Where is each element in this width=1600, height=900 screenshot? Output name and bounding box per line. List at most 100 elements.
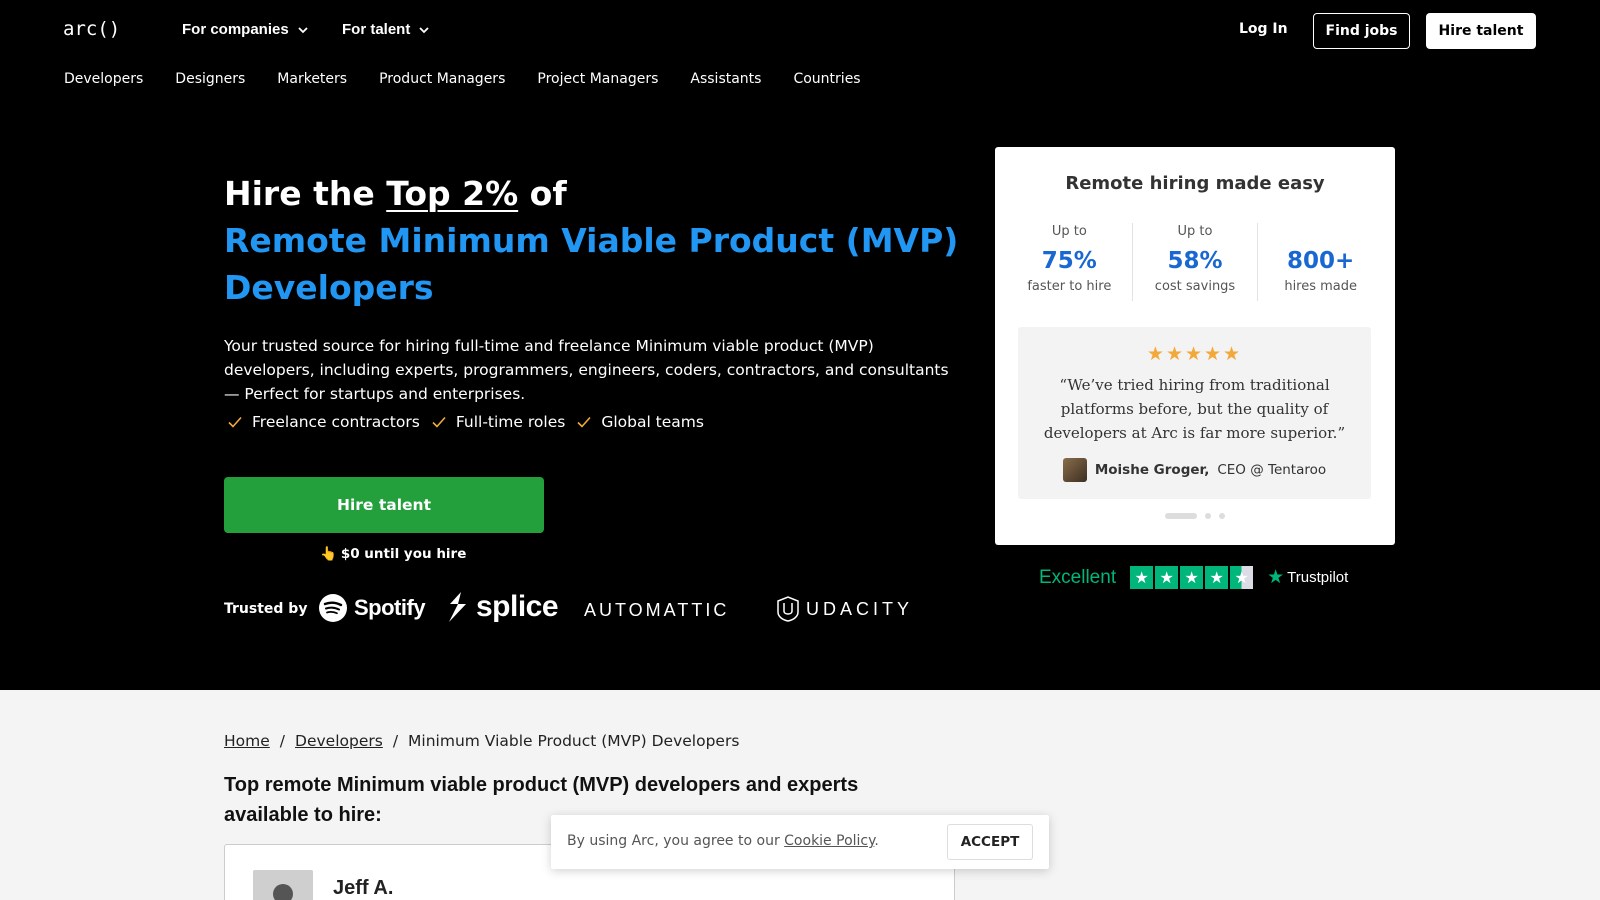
subnav-item-marketers[interactable]: Marketers xyxy=(277,71,347,87)
subnav-item-countries[interactable]: Countries xyxy=(793,71,860,87)
remote-hiring-card: Remote hiring made easy Up to 75% faster… xyxy=(995,147,1395,545)
breadcrumb-separator: / xyxy=(392,732,399,750)
title-suffix: of xyxy=(518,174,567,213)
chevron-down-icon xyxy=(298,26,308,33)
hire-talent-cta-button[interactable]: Hire talent xyxy=(224,477,544,533)
stat-label: cost savings xyxy=(1154,279,1236,294)
developer-photo-icon xyxy=(253,870,313,900)
spotify-wordmark: Spotify xyxy=(354,595,426,620)
hero-title-line1: Hire the Top 2% of xyxy=(224,174,567,213)
rating-stars-icon: ★★★★★ xyxy=(1146,343,1243,365)
carousel-dots xyxy=(995,513,1395,519)
carousel-dot-1[interactable] xyxy=(1165,513,1197,519)
tp-star: ★ xyxy=(1205,566,1229,589)
check-icon xyxy=(228,416,242,428)
cookie-banner: By using Arc, you agree to our Cookie Po… xyxy=(551,815,1049,869)
login-link[interactable]: Log In xyxy=(1239,21,1288,37)
find-jobs-button[interactable]: Find jobs xyxy=(1313,13,1410,49)
tp-star: ★ xyxy=(1155,566,1179,589)
trusted-by-label: Trusted by xyxy=(224,601,308,617)
top-nav-bar: arc() For companies For talent Log In Fi… xyxy=(0,0,1600,62)
automattic-wordmark: AUTOMATTIC xyxy=(584,600,730,620)
cookie-message: By using Arc, you agree to our Cookie Po… xyxy=(567,833,879,849)
cookie-policy-link[interactable]: Cookie Policy xyxy=(784,833,874,849)
stat-label: hires made xyxy=(1284,279,1358,294)
automattic-logo: AUTOMATTIC xyxy=(584,600,729,621)
splice-wordmark: splice xyxy=(476,590,559,623)
nav-menu-for-companies[interactable]: For companies xyxy=(182,21,311,38)
carousel-dot-3[interactable] xyxy=(1219,513,1225,519)
pointing-up-icon: 👆 xyxy=(320,546,337,562)
trustpilot-stars-icon: ★ ★ ★ ★ ★ xyxy=(1130,566,1254,589)
stat-value: 800+ xyxy=(1287,248,1355,274)
testimonial: ★★★★★ “We’ve tried hiring from tradition… xyxy=(1018,327,1371,499)
trustpilot-rating-word: Excellent xyxy=(1039,566,1117,588)
tp-star: ★ xyxy=(1180,566,1204,589)
feature-item: Global teams xyxy=(575,413,704,431)
hero-description: Your trusted source for hiring full-time… xyxy=(224,337,949,403)
arc-logo[interactable]: arc() xyxy=(63,18,120,40)
stat-prefix xyxy=(1258,223,1383,241)
trustpilot-wordmark: Trustpilot xyxy=(1287,569,1349,586)
nav-menu-label: For companies xyxy=(182,21,289,38)
card-title: Remote hiring made easy xyxy=(1065,173,1325,194)
zero-cost-note: 👆 $0 until you hire xyxy=(320,546,466,562)
stat-hires-made: 800+ hires made xyxy=(1258,223,1383,301)
tp-star-half: ★ xyxy=(1230,566,1254,589)
udacity-logo: UDACITY xyxy=(776,596,913,622)
title-highlight: Top 2% xyxy=(386,174,519,213)
check-icon xyxy=(577,416,591,428)
stats-row: Up to 75% faster to hire Up to 58% cost … xyxy=(1007,223,1383,301)
check-icon xyxy=(432,416,446,428)
trustpilot-rating: Excellent ★ ★ ★ ★ ★ ★ Trustpilot xyxy=(1039,566,1348,589)
stat-value: 75% xyxy=(1041,248,1097,274)
splice-logo: splice xyxy=(446,590,559,624)
trustpilot-logo: ★ Trustpilot xyxy=(1267,566,1348,589)
spotify-icon xyxy=(319,594,347,622)
feature-item: Freelance contractors xyxy=(226,413,420,431)
hire-talent-header-button[interactable]: Hire talent xyxy=(1426,13,1536,49)
breadcrumb: Home / Developers / Minimum Viable Produ… xyxy=(224,732,739,750)
zero-cost-text: $0 until you hire xyxy=(340,546,467,562)
subnav-item-developers[interactable]: Developers xyxy=(64,71,143,87)
testimonial-quote: “We’ve tried hiring from traditional pla… xyxy=(1043,376,1346,442)
breadcrumb-developers[interactable]: Developers xyxy=(295,732,383,750)
nav-menu-for-talent[interactable]: For talent xyxy=(342,21,432,38)
feature-label: Global teams xyxy=(601,413,704,431)
stat-faster-to-hire: Up to 75% faster to hire xyxy=(1007,223,1133,301)
stat-prefix: Up to xyxy=(1177,224,1213,239)
breadcrumb-current: Minimum Viable Product (MVP) Developers xyxy=(408,732,740,750)
udacity-wordmark: UDACITY xyxy=(806,598,914,619)
spotify-logo: Spotify xyxy=(318,593,426,623)
author-role: CEO @ Tentaroo xyxy=(1217,462,1327,478)
accept-cookies-button[interactable]: ACCEPT xyxy=(947,824,1033,860)
avatar xyxy=(1062,458,1087,482)
subnav-item-assistants[interactable]: Assistants xyxy=(690,71,761,87)
feature-item: Full-time roles xyxy=(430,413,565,431)
tp-star: ★ xyxy=(1130,566,1154,589)
author-name: Moishe Groger, xyxy=(1094,462,1210,478)
stat-prefix: Up to xyxy=(1051,224,1087,239)
chevron-down-icon xyxy=(419,26,429,33)
hero-title-blue-line1: Remote Minimum Viable Product (MVP) xyxy=(224,221,959,260)
subnav-item-project-managers[interactable]: Project Managers xyxy=(537,71,658,87)
stat-cost-savings: Up to 58% cost savings xyxy=(1133,223,1259,301)
feature-label: Freelance contractors xyxy=(252,413,420,431)
category-subnav: Developers Designers Marketers Product M… xyxy=(64,71,861,87)
subnav-item-designers[interactable]: Designers xyxy=(175,71,245,87)
avatar xyxy=(253,870,313,900)
udacity-icon xyxy=(777,596,799,622)
testimonial-author: Moishe Groger, CEO @ Tentaroo xyxy=(1018,458,1371,482)
feature-label: Full-time roles xyxy=(455,413,566,431)
breadcrumb-home[interactable]: Home xyxy=(224,732,270,750)
carousel-dot-2[interactable] xyxy=(1205,513,1211,519)
title-prefix: Hire the xyxy=(224,174,387,213)
developer-name[interactable]: Jeff A. xyxy=(333,877,393,900)
stat-value: 58% xyxy=(1167,248,1223,274)
feature-list: Freelance contractors Full-time roles Gl… xyxy=(226,413,704,431)
hero-title: Hire the Top 2% of Remote Minimum Viable… xyxy=(224,170,964,311)
trustpilot-star-icon: ★ xyxy=(1267,567,1285,588)
subnav-item-product-managers[interactable]: Product Managers xyxy=(379,71,505,87)
nav-menu-label: For talent xyxy=(342,21,411,38)
hero-title-blue-line2: Developers xyxy=(224,268,434,307)
